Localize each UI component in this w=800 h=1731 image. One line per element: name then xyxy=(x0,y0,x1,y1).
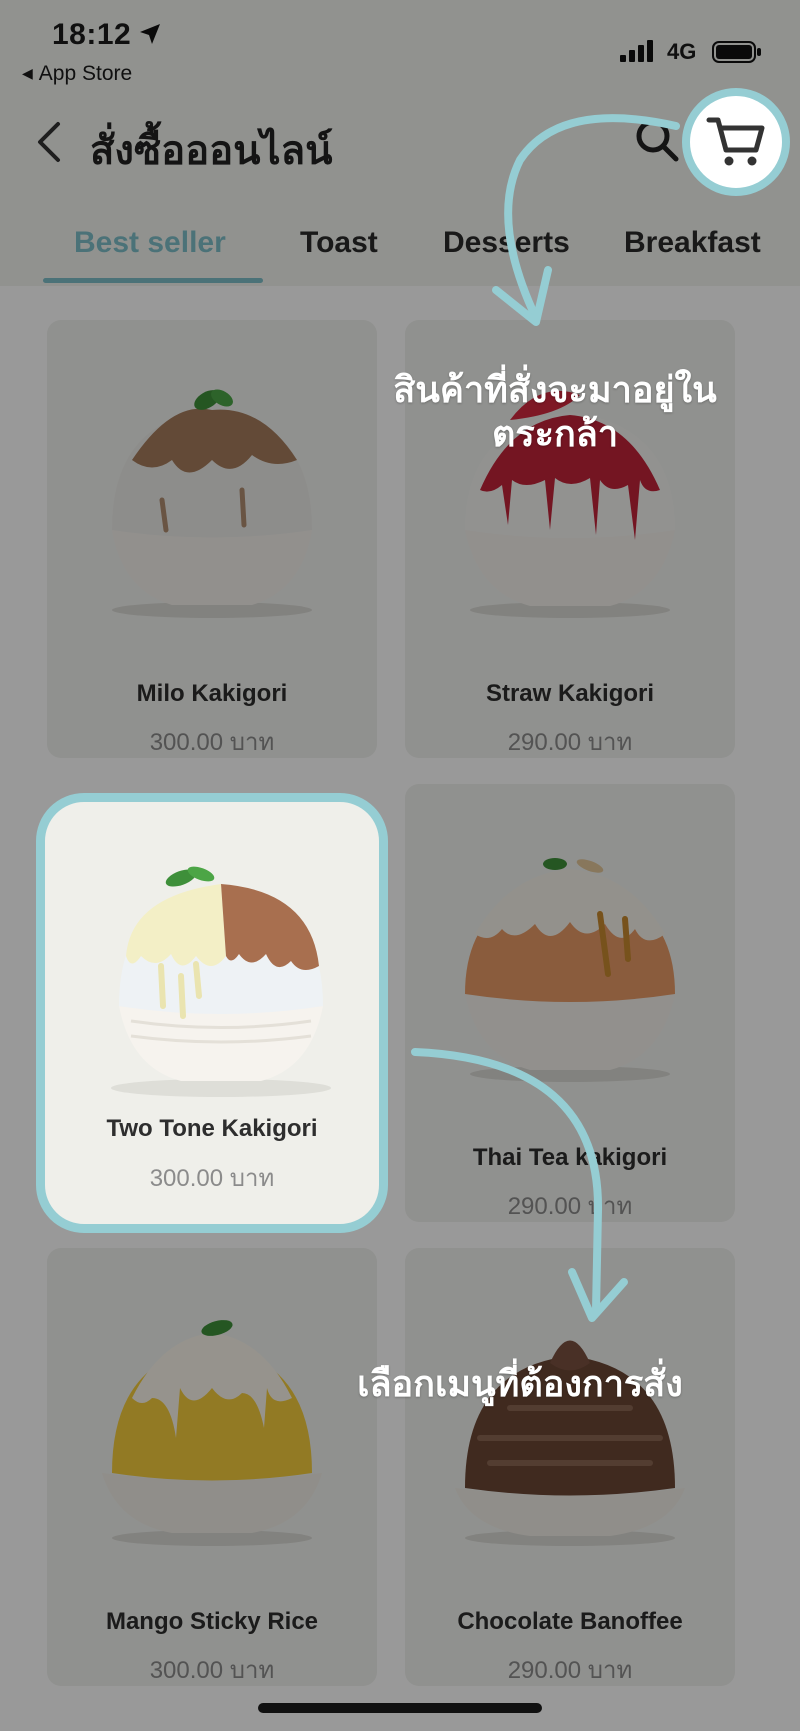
product-name: Two Tone Kakigori xyxy=(106,1115,318,1142)
cart-note-line-1: สินค้าที่สั่งจะมาอยู่ใน xyxy=(393,369,717,410)
home-indicator[interactable] xyxy=(258,1703,542,1713)
shopping-cart-icon xyxy=(706,117,765,166)
cart-note-line-2: ตระกล้า xyxy=(491,413,619,454)
cart-tutorial-note: สินค้าที่สั่งจะมาอยู่ใน ตระกล้า xyxy=(390,368,720,456)
menu-tutorial-note: เลือกเมนูที่ต้องการสั่ง xyxy=(357,1363,683,1404)
two-tone-kakigori-image xyxy=(111,866,331,1097)
product-card-two-tone-kakigori[interactable]: Two Tone Kakigori 300.00 บาท xyxy=(36,793,388,1233)
cart-button[interactable] xyxy=(682,88,790,196)
product-price: 300.00 บาท xyxy=(149,1165,275,1192)
